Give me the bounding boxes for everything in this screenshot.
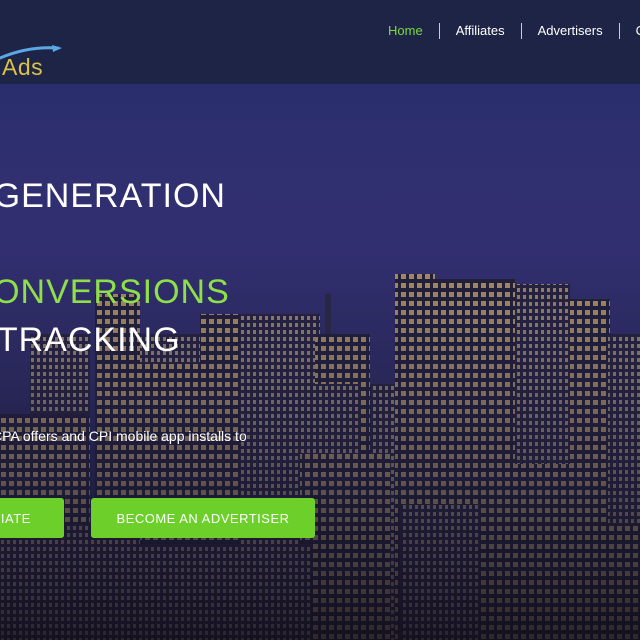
navbar: Ads Home Affiliates Advertisers C <box>0 0 640 84</box>
hero-subtext: CPA offers and CPI mobile app installs t… <box>0 428 247 444</box>
nav-home[interactable]: Home <box>372 22 439 40</box>
logo-text: Ads <box>2 54 44 80</box>
nav-advertisers[interactable]: Advertisers <box>522 22 619 40</box>
nav-contact[interactable]: C <box>620 22 640 40</box>
become-advertiser-button[interactable]: BECOME AN ADVERTISER <box>91 498 315 538</box>
nav-affiliates[interactable]: Affiliates <box>440 22 521 40</box>
city-skyline-image <box>0 84 640 640</box>
hero-banner: AD GENERATION RK Y CONVERSIONS ME TRACKI… <box>0 84 640 640</box>
hero-headline-line-4: ME TRACKING <box>0 321 181 359</box>
hero-headline-line-1: AD GENERATION <box>0 177 226 215</box>
hero-headline-line-3: Y CONVERSIONS <box>0 273 230 311</box>
become-affiliate-button[interactable]: LIATE <box>0 498 64 538</box>
main-nav: Home Affiliates Advertisers C <box>372 22 640 40</box>
logo[interactable]: Ads <box>0 24 70 80</box>
